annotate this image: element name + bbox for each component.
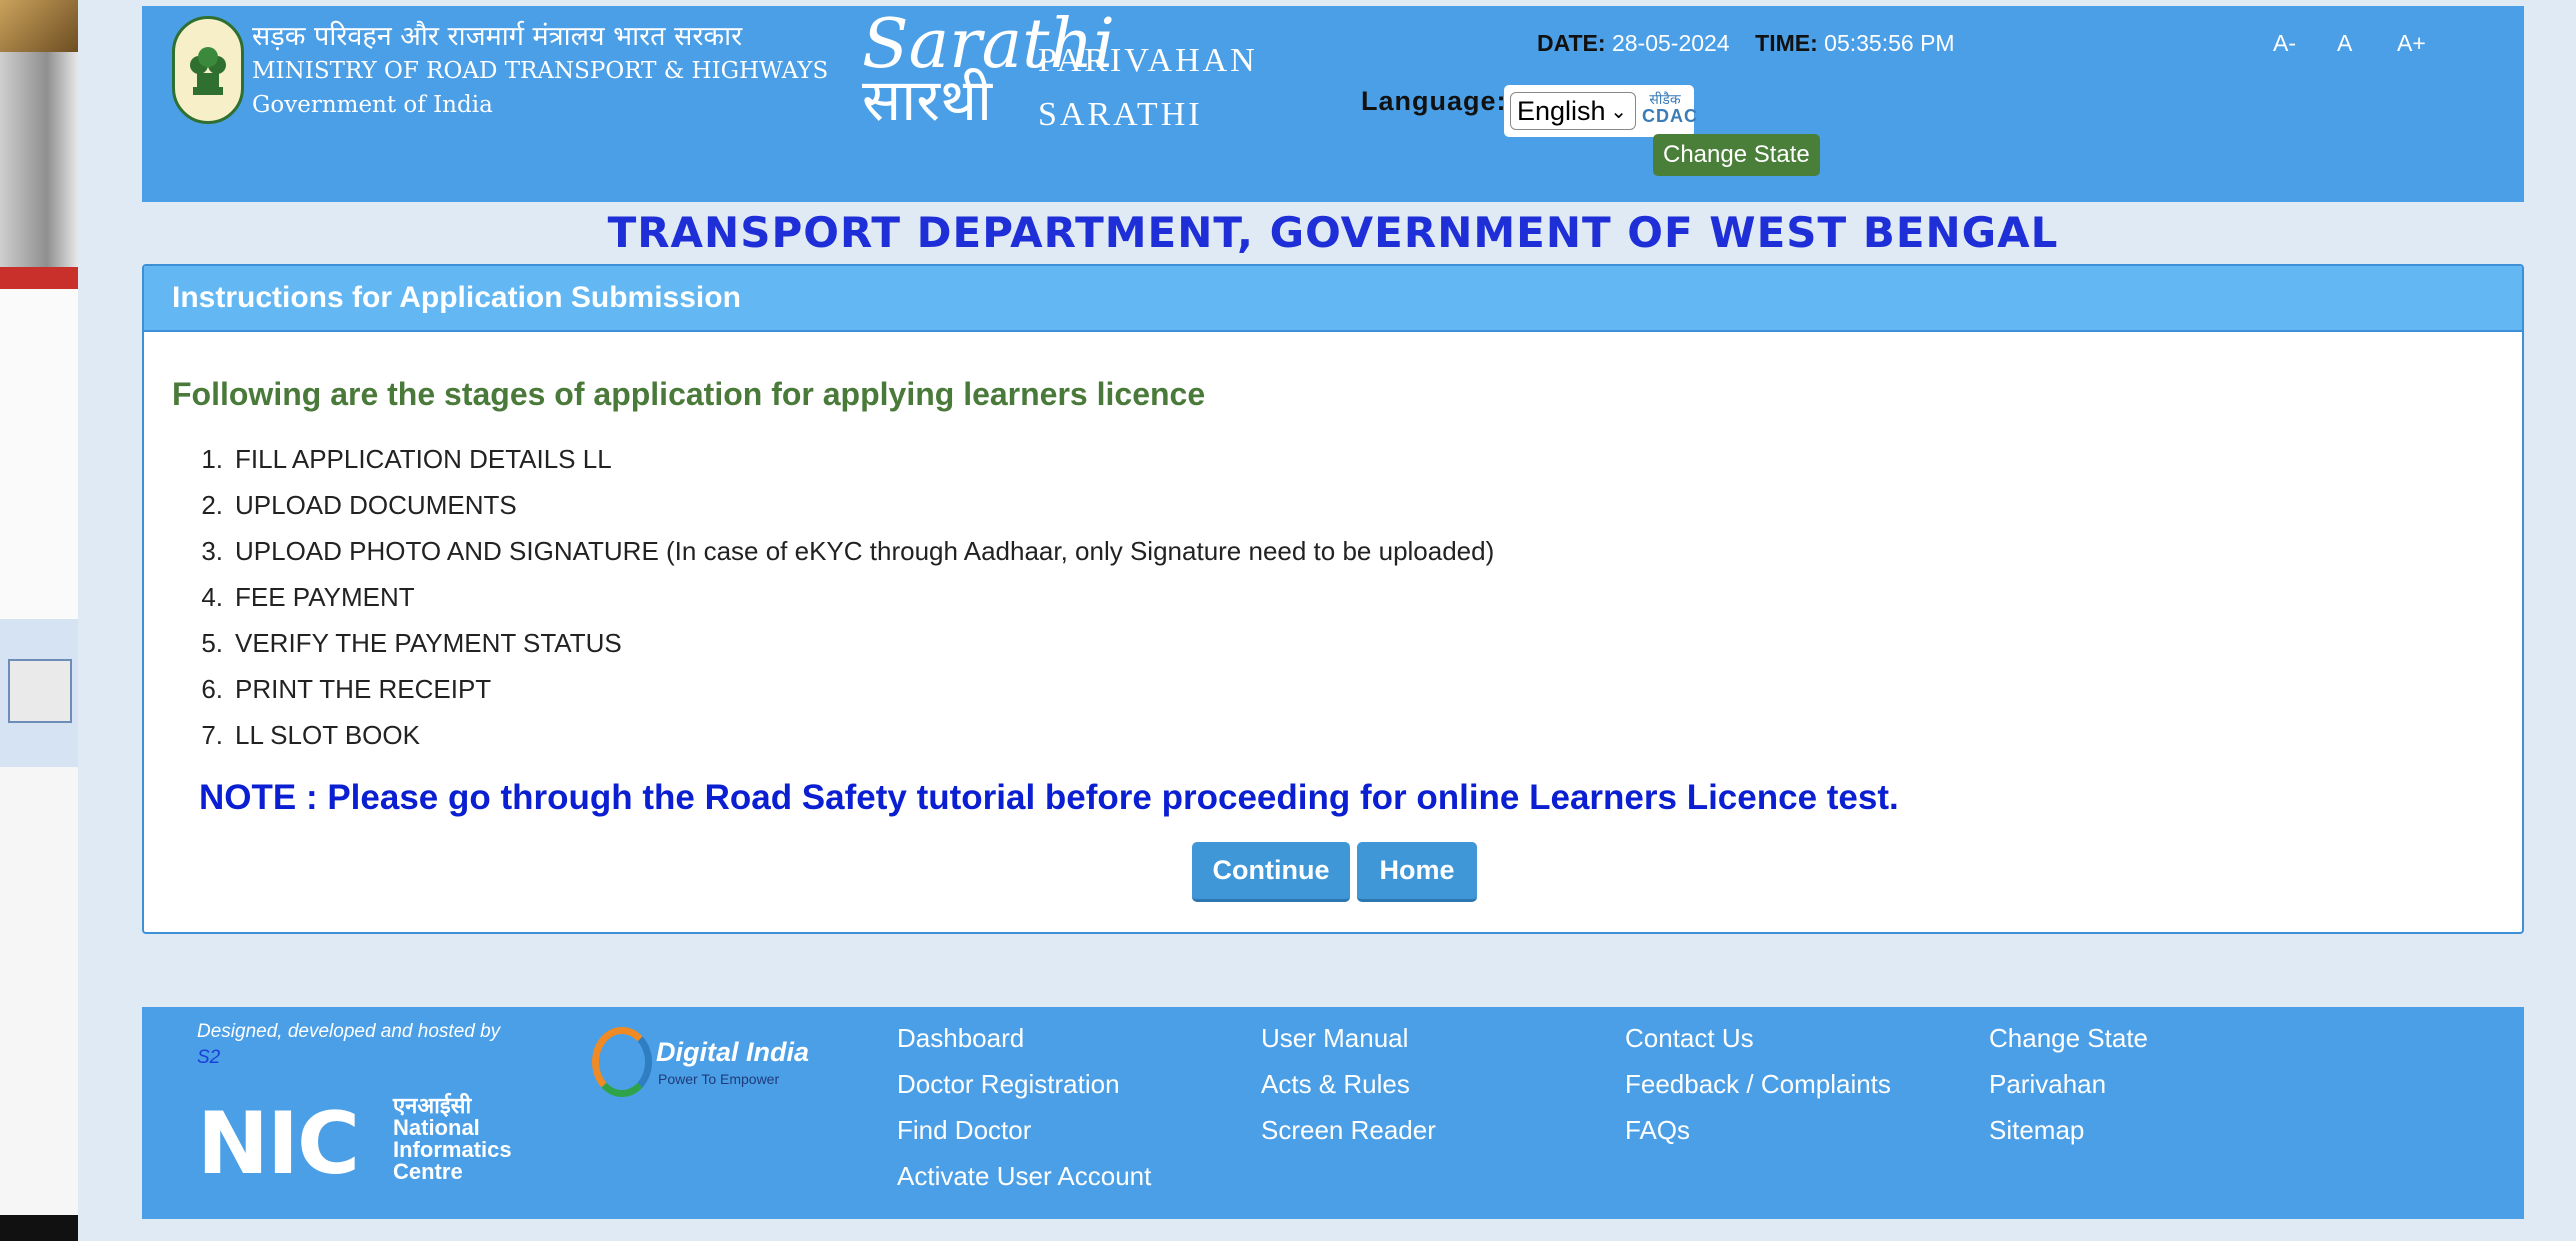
stage-text: VERIFY THE PAYMENT STATUS	[235, 628, 622, 658]
cdac-logo: सीडैक CDAC	[1642, 91, 1698, 131]
list-item: 4. FEE PAYMENT	[172, 574, 1494, 620]
footer-link-activate-user-account[interactable]: Activate User Account	[897, 1161, 1151, 1192]
stage-number: 3.	[201, 536, 223, 566]
list-item: 2. UPLOAD DOCUMENTS	[172, 482, 1494, 528]
list-item: 3. UPLOAD PHOTO AND SIGNATURE (In case of…	[172, 528, 1494, 574]
stage-number: 4.	[201, 582, 223, 612]
designed-by: Designed, developed and hosted by S2	[197, 1019, 500, 1071]
home-button[interactable]: Home	[1357, 842, 1477, 902]
stage-list: 1. FILL APPLICATION DETAILS LL 2. UPLOAD D…	[172, 436, 1494, 758]
footer-link-parivahan[interactable]: Parivahan	[1989, 1069, 2106, 1100]
footer-link-screen-reader[interactable]: Screen Reader	[1261, 1115, 1436, 1146]
list-item: 1. FILL APPLICATION DETAILS LL	[172, 436, 1494, 482]
sarathi-logo-hindi: सारथी	[862, 66, 993, 134]
footer-link-sitemap[interactable]: Sitemap	[1989, 1115, 2084, 1146]
change-state-button[interactable]: Change State	[1653, 134, 1820, 176]
ministry-name: सड़क परिवहन और राजमार्ग मंत्रालय भारत सर…	[252, 20, 828, 122]
nic-line-2: Informatics	[393, 1137, 512, 1162]
panel-title: Instructions for Application Submission	[144, 266, 2522, 332]
government-of-india: Government of India	[252, 92, 493, 118]
stage-text: UPLOAD PHOTO AND SIGNATURE (In case of e…	[235, 536, 1495, 566]
background-thumbnail	[0, 767, 78, 1215]
footer-link-feedback-complaints[interactable]: Feedback / Complaints	[1625, 1069, 1891, 1100]
background-thumbnail	[0, 267, 78, 289]
background-window-strip	[0, 0, 78, 1241]
language-selected: English	[1517, 95, 1606, 126]
parivahan-sarathi-brand: PARIVAHAN SARATHI	[1038, 34, 1258, 142]
nic-hindi: एनआईसी	[393, 1093, 472, 1118]
nic-text: एनआईसी National Informatics Centre	[393, 1095, 512, 1183]
language-select[interactable]: English ⌄	[1510, 92, 1636, 130]
list-item: 7. LL SLOT BOOK	[172, 712, 1494, 758]
stage-text: FILL APPLICATION DETAILS LL	[235, 444, 612, 474]
date-label: DATE:	[1537, 30, 1606, 56]
footer-link-faqs[interactable]: FAQs	[1625, 1115, 1690, 1146]
background-thumbnail	[0, 52, 78, 267]
nic-line-3: Centre	[393, 1159, 463, 1184]
digital-india-icon	[592, 1027, 652, 1097]
language-box: English ⌄ सीडैक CDAC	[1504, 85, 1698, 137]
instructions-panel: Instructions for Application Submission …	[142, 264, 2524, 934]
stage-text: UPLOAD DOCUMENTS	[235, 490, 517, 520]
designed-by-suffix: S2	[197, 1047, 221, 1068]
date-time: DATE: 28-05-2024 TIME: 05:35:56 PM	[1537, 30, 1955, 57]
footer-link-user-manual[interactable]: User Manual	[1261, 1023, 1408, 1054]
stage-number: 1.	[201, 444, 223, 474]
stage-text: FEE PAYMENT	[235, 582, 415, 612]
background-thumbnail	[0, 619, 78, 767]
nic-logo[interactable]: NIC एनआईसी National Informatics Centre	[197, 1094, 537, 1194]
stage-text: PRINT THE RECEIPT	[235, 674, 492, 704]
stage-number: 2.	[201, 490, 223, 520]
department-title: TRANSPORT DEPARTMENT, GOVERNMENT OF WEST…	[607, 208, 2059, 257]
list-item: 5. VERIFY THE PAYMENT STATUS	[172, 620, 1494, 666]
digital-india-logo[interactable]: Digital India Power To Empower	[592, 1021, 812, 1101]
stage-number: 7.	[201, 720, 223, 750]
national-emblem-icon	[172, 16, 244, 124]
background-thumbnail	[0, 0, 78, 52]
footer-link-find-doctor[interactable]: Find Doctor	[897, 1115, 1031, 1146]
footer-link-acts-rules[interactable]: Acts & Rules	[1261, 1069, 1410, 1100]
footer-link-change-state[interactable]: Change State	[1989, 1023, 2148, 1054]
background-thumbnail	[0, 1215, 78, 1241]
ministry-english: MINISTRY OF ROAD TRANSPORT & HIGHWAYS	[252, 58, 829, 84]
time-value: 05:35:56 PM	[1824, 30, 1955, 56]
stage-number: 6.	[201, 674, 223, 704]
date-value: 28-05-2024	[1611, 30, 1730, 56]
digital-india-tagline: Power To Empower	[658, 1071, 780, 1087]
road-safety-note: NOTE : Please go through the Road Safety…	[199, 778, 1899, 817]
background-thumbnail	[0, 289, 78, 619]
designed-by-text: Designed, developed and hosted by	[197, 1021, 501, 1042]
time-label: TIME:	[1755, 30, 1818, 56]
list-item: 6. PRINT THE RECEIPT	[172, 666, 1494, 712]
stage-text: LL SLOT BOOK	[235, 720, 420, 750]
ministry-hindi: सड़क परिवहन और राजमार्ग मंत्रालय भारत सर…	[252, 21, 743, 52]
brand-line-2: SARATHI	[1038, 96, 1203, 133]
stage-number: 5.	[201, 628, 223, 658]
cdac-english: CDAC	[1642, 106, 1698, 126]
language-label: Language:	[1361, 86, 1507, 116]
nic-line-1: National	[393, 1115, 480, 1140]
font-decrease-button[interactable]: A-	[2273, 30, 2296, 57]
site-footer: Designed, developed and hosted by S2 NIC…	[142, 1007, 2524, 1219]
footer-link-doctor-registration[interactable]: Doctor Registration	[897, 1069, 1120, 1100]
digital-india-text: Digital India	[656, 1037, 810, 1067]
continue-button[interactable]: Continue	[1192, 842, 1350, 902]
chevron-down-icon: ⌄	[1610, 101, 1627, 123]
footer-link-contact-us[interactable]: Contact Us	[1625, 1023, 1754, 1054]
nic-letters: NIC	[197, 1094, 360, 1194]
stages-heading: Following are the stages of application …	[172, 376, 1206, 412]
font-normal-button[interactable]: A	[2337, 30, 2352, 57]
footer-link-dashboard[interactable]: Dashboard	[897, 1023, 1024, 1054]
font-increase-button[interactable]: A+	[2397, 30, 2426, 57]
sarathi-logo[interactable]: Sarathi सारथी	[862, 11, 1115, 134]
brand-line-1: PARIVAHAN	[1038, 42, 1258, 79]
